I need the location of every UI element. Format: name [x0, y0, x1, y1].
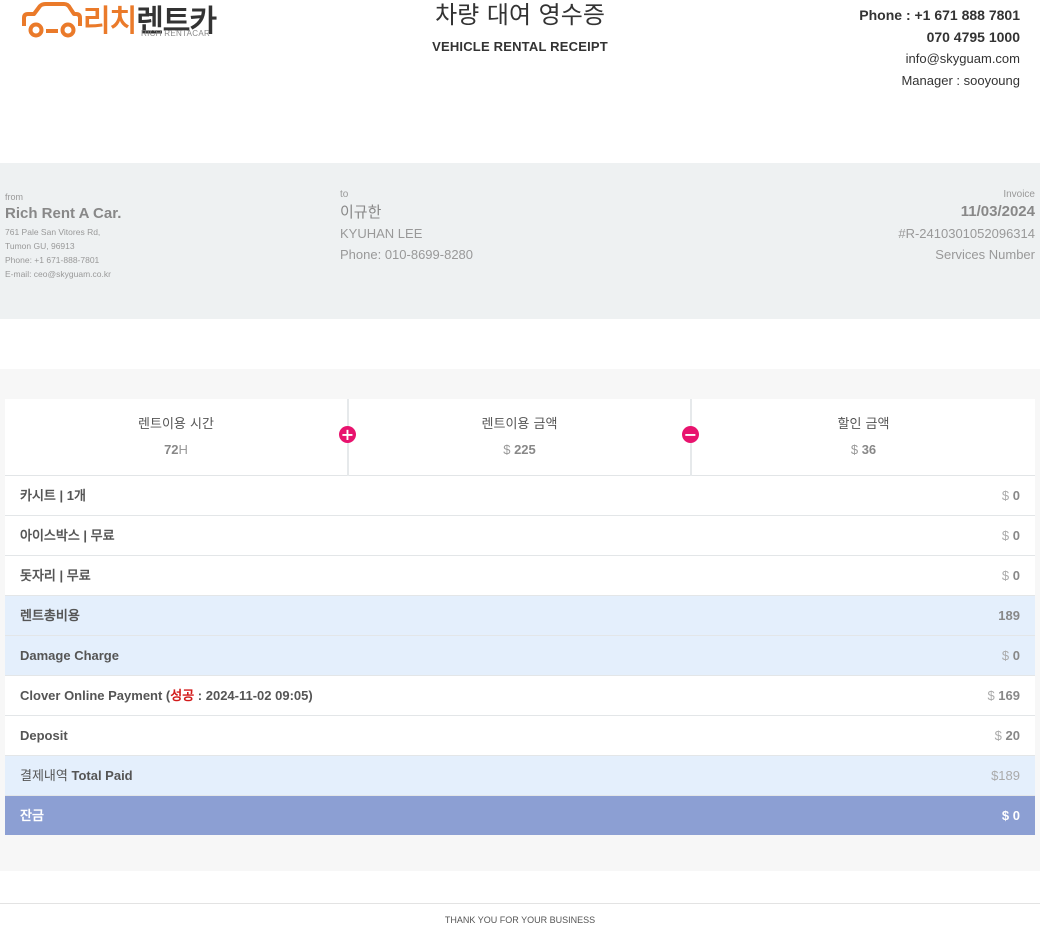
from-address2: Tumon GU, 96913 [5, 241, 75, 251]
brand-name-en: RICH RENTACAR [141, 29, 211, 38]
line-item-amount: $ 0 [1001, 568, 1020, 583]
receipt-header: 리치렌트카 RICH RENTACAR 차량 대여 영수증 VEHICLE RE… [0, 0, 1040, 140]
from-address1: 761 Pale San Vitores Rd, [5, 227, 101, 237]
rental-total-row: 렌트총비용 189 [5, 596, 1035, 636]
to-name-ko: 이규한 [340, 203, 382, 221]
to-block: to 이규한 KYUHAN LEE Phone: 010-8699-8280 [340, 189, 473, 265]
deposit-label: Deposit [20, 728, 68, 743]
balance-amount: $ 0 [1001, 808, 1020, 823]
contact-email[interactable]: info@skyguam.com [859, 48, 1020, 70]
invoice-block: Invoice 11/03/2024 #R-2410301052096314 S… [898, 189, 1035, 265]
contact-phone-secondary: 070 4795 1000 [926, 29, 1020, 45]
footer-text: THANK YOU FOR YOUR BUSINESS [444, 915, 596, 925]
total-paid-amount: $189 [991, 768, 1020, 783]
from-phone: Phone: +1 671-888-7801 [5, 255, 100, 265]
balance-label: 잔금 [20, 808, 44, 823]
total-paid-label: 결제내역 Total Paid [20, 768, 133, 783]
line-item-label: 아이스박스 | 무료 [20, 528, 115, 543]
payment-label: Clover Online Payment (성공 : 2024-11-02 0… [20, 688, 313, 703]
rental-amount-label: 렌트이용 금액 [481, 417, 558, 432]
title-ko: 차량 대여 영수증 [435, 1, 605, 29]
rental-hours-label: 렌트이용 시간 [138, 417, 214, 432]
line-item-label: 카시트 | 1개 [20, 488, 86, 503]
rental-amount-card: 렌트이용 금액 $ 225 [347, 399, 690, 476]
contact-phone: Phone : +1 671 888 7801 [859, 7, 1020, 23]
charges-section: 렌트이용 시간 72H 렌트이용 금액 $ 225 할인 금액 $ 36 + −… [0, 369, 1040, 871]
from-label: from [5, 192, 23, 202]
from-name: Rich Rent A Car. [5, 205, 122, 222]
charges-table: 카시트 | 1개 $ 0 아이스박스 | 무료 $ 0 돗자리 | 무료 $ 0… [5, 476, 1035, 835]
total-paid-row: 결제내역 Total Paid $189 [5, 756, 1035, 796]
damage-charge-row: Damage Charge $ 0 [5, 636, 1035, 676]
footer-divider [0, 903, 1040, 904]
invoice-number: #R-2410301052096314 [898, 226, 1035, 241]
receipt-title: 차량 대여 영수증 VEHICLE RENTAL RECEIPT [320, 0, 720, 54]
payment-row: Clover Online Payment (성공 : 2024-11-02 0… [5, 676, 1035, 716]
payment-amount: $ 169 [987, 688, 1020, 703]
payment-status: 성공 [170, 688, 195, 703]
table-row: 카시트 | 1개 $ 0 [5, 476, 1035, 516]
to-label: to [340, 189, 349, 200]
discount-card: 할인 금액 $ 36 [690, 399, 1035, 476]
line-item-label: 돗자리 | 무료 [20, 568, 91, 583]
rental-hours-card: 렌트이용 시간 72H [5, 399, 347, 476]
rental-total-amount: 189 [998, 608, 1020, 623]
invoice-date: 11/03/2024 [960, 203, 1035, 220]
rental-amount-value: $ 225 [503, 442, 536, 457]
invoice-number-label: Services Number [935, 247, 1035, 262]
rental-total-label: 렌트총비용 [20, 608, 80, 623]
title-en: VEHICLE RENTAL RECEIPT [432, 39, 608, 54]
party-info-band: from Rich Rent A Car. 761 Pale San Vitor… [0, 163, 1040, 319]
plus-circle-icon: + [339, 425, 356, 444]
from-block: from Rich Rent A Car. 761 Pale San Vitor… [5, 191, 121, 281]
damage-charge-amount: $ 0 [1001, 648, 1020, 663]
table-row: 아이스박스 | 무료 $ 0 [5, 516, 1035, 556]
to-name-en: KYUHAN LEE [340, 226, 423, 241]
car-logo-icon [22, 2, 82, 38]
to-phone: Phone: 010-8699-8280 [340, 247, 474, 262]
discount-value: $ 36 [850, 442, 877, 457]
minus-circle-icon: − [682, 425, 699, 444]
summary-cards: 렌트이용 시간 72H 렌트이용 금액 $ 225 할인 금액 $ 36 + − [5, 399, 1035, 476]
invoice-label: Invoice [1003, 189, 1035, 200]
discount-label: 할인 금액 [837, 417, 890, 432]
from-email: E-mail: ceo@skyguam.co.kr [5, 269, 111, 279]
rental-hours-value: 72H [164, 442, 188, 457]
table-row: 돗자리 | 무료 $ 0 [5, 556, 1035, 596]
deposit-row: Deposit $ 20 [5, 716, 1035, 756]
deposit-amount: $ 20 [994, 728, 1020, 743]
contact-info: Phone : +1 671 888 7801 070 4795 1000 in… [859, 4, 1020, 92]
balance-row: 잔금 $ 0 [5, 796, 1035, 835]
contact-manager: Manager : sooyoung [901, 73, 1020, 88]
line-item-amount: $ 0 [1001, 528, 1020, 543]
line-item-amount: $ 0 [1001, 488, 1020, 503]
damage-charge-label: Damage Charge [20, 648, 119, 663]
brand-logo[interactable]: 리치렌트카 RICH RENTACAR [20, 0, 230, 42]
